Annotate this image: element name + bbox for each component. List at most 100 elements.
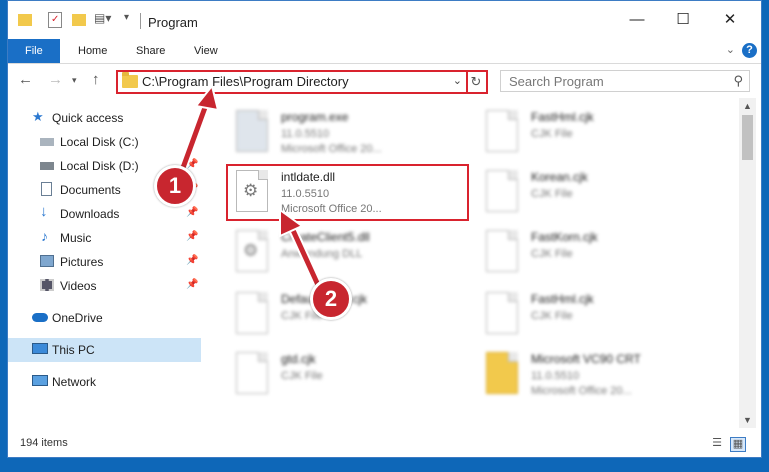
- expand-ribbon-icon[interactable]: ⌄: [726, 43, 735, 56]
- scroll-up-icon[interactable]: ▲: [743, 101, 752, 111]
- file-type: CJK File: [531, 248, 573, 260]
- status-bar: 194 items ☰ ▦: [8, 431, 761, 457]
- nav-label: Music: [60, 231, 92, 245]
- pictures-icon: [40, 255, 54, 267]
- cloud-icon: [32, 313, 48, 322]
- nav-quick-access[interactable]: ★ Quick access: [8, 106, 201, 130]
- window-title: Program: [148, 15, 198, 30]
- music-icon: ♪: [41, 228, 48, 244]
- gear-icon: ⚙: [243, 241, 259, 260]
- file-item[interactable]: Korean.cjk CJK File: [476, 166, 716, 222]
- help-button[interactable]: ?: [742, 43, 757, 58]
- nav-onedrive[interactable]: OneDrive: [8, 306, 201, 330]
- file-type: CJK File: [531, 128, 573, 140]
- nav-label: Local Disk (D:): [60, 159, 139, 173]
- nav-label: Local Disk (C:): [60, 135, 139, 149]
- address-bar[interactable]: C:\Program Files\Program Directory ⌄: [116, 70, 468, 94]
- chevron-down-icon[interactable]: ▾: [124, 12, 129, 23]
- close-button[interactable]: ✕: [707, 7, 753, 33]
- nav-label: Network: [52, 375, 97, 389]
- tab-view[interactable]: View: [180, 39, 232, 63]
- back-arrow-icon[interactable]: ←: [18, 71, 33, 88]
- file-item[interactable]: FastKorn.cjk CJK File: [476, 226, 716, 282]
- file-icon: [236, 352, 268, 394]
- scroll-down-icon[interactable]: ▼: [743, 415, 752, 425]
- navigation-pane: ★ Quick access Local Disk (C:) Local Dis…: [8, 98, 201, 428]
- nav-item-local-disk-c[interactable]: Local Disk (C:): [8, 130, 201, 154]
- network-icon: [32, 375, 48, 386]
- folder-icon: [486, 352, 518, 394]
- title-bar: ✓ ▤▾ ▾ Program — ☐ ✕: [8, 1, 761, 39]
- documents-icon: [41, 182, 52, 196]
- file-icon: [486, 230, 518, 272]
- file-item[interactable]: program.exe 11.0.5510 Microsoft Office 2…: [226, 106, 466, 162]
- exe-icon: [236, 110, 268, 152]
- pin-icon[interactable]: 📌: [186, 159, 198, 170]
- nav-label: Documents: [60, 183, 121, 197]
- file-type: Anwendung DLL: [281, 248, 363, 260]
- pin-icon[interactable]: 📌: [186, 279, 198, 290]
- forward-arrow-icon[interactable]: →: [48, 71, 63, 88]
- file-name: FastHml.cjk: [531, 292, 594, 306]
- pin-icon[interactable]: 📌: [186, 207, 198, 218]
- drive-icon: [40, 138, 54, 146]
- file-name: program.exe: [281, 110, 349, 124]
- file-item[interactable]: FastHml.cjk CJK File: [476, 288, 716, 344]
- search-input[interactable]: Search Program ⚲: [500, 70, 750, 92]
- file-type: CJK File: [531, 310, 573, 322]
- file-name: Microsoft VC90 CRT: [531, 352, 641, 366]
- file-item[interactable]: FastHml.cjk CJK File: [476, 106, 716, 162]
- nav-this-pc[interactable]: This PC: [8, 338, 201, 362]
- minimize-button[interactable]: —: [614, 7, 660, 33]
- recent-locations-icon[interactable]: ▾: [72, 75, 77, 86]
- file-name: gtd.cjk: [281, 352, 316, 366]
- file-list: program.exe 11.0.5510 Microsoft Office 2…: [214, 98, 741, 428]
- dll-icon: ⚙: [236, 230, 268, 272]
- maximize-button[interactable]: ☐: [660, 7, 706, 33]
- folder-icon: [18, 14, 32, 26]
- item-count: 194 items: [20, 437, 68, 449]
- file-name: Korean.cjk: [531, 170, 588, 184]
- drive-icon: [40, 162, 54, 170]
- nav-item-pictures[interactable]: Pictures 📌: [8, 250, 201, 274]
- nav-item-music[interactable]: ♪ Music 📌: [8, 226, 201, 250]
- new-folder-icon[interactable]: [72, 14, 86, 26]
- up-arrow-icon[interactable]: ↑: [92, 71, 100, 88]
- scroll-thumb[interactable]: [742, 115, 753, 160]
- file-name: FastKorn.cjk: [531, 230, 598, 244]
- file-icon: [486, 110, 518, 152]
- videos-icon: [40, 279, 54, 291]
- address-row: ← → ▾ ↑ C:\Program Files\Program Directo…: [8, 64, 761, 98]
- file-icon: [486, 292, 518, 334]
- nav-label: This PC: [52, 343, 95, 357]
- refresh-button[interactable]: ↻: [466, 70, 488, 94]
- nav-network[interactable]: Network: [8, 370, 201, 394]
- details-view-icon[interactable]: ☰: [710, 437, 724, 450]
- pin-icon[interactable]: 📌: [186, 255, 198, 266]
- customize-toolbar-icon[interactable]: ▤▾: [94, 11, 111, 25]
- properties-icon[interactable]: ✓: [48, 12, 62, 28]
- tiles-view-icon[interactable]: ▦: [730, 437, 746, 452]
- file-version: 11.0.5510: [281, 128, 330, 140]
- tab-share[interactable]: Share: [122, 39, 179, 63]
- vertical-scrollbar[interactable]: ▲ ▼: [739, 98, 756, 428]
- file-type: CJK File: [281, 370, 323, 382]
- title-separator: [140, 13, 141, 29]
- highlight-box: [226, 164, 469, 221]
- file-type: CJK File: [531, 188, 573, 200]
- nav-label: Videos: [60, 279, 97, 293]
- search-icon: ⚲: [733, 73, 743, 88]
- file-name: FastHml.cjk: [531, 110, 594, 124]
- computer-icon: [32, 343, 48, 354]
- file-icon: [486, 170, 518, 212]
- step-2-badge: 2: [310, 278, 352, 320]
- tab-home[interactable]: Home: [64, 39, 121, 63]
- ribbon-tabs: File Home Share View ⌄ ?: [8, 39, 761, 64]
- chevron-down-icon[interactable]: ⌄: [453, 74, 462, 87]
- nav-item-videos[interactable]: Videos 📌: [8, 274, 201, 298]
- tab-file[interactable]: File: [8, 39, 60, 63]
- file-item[interactable]: gtd.cjk CJK File: [226, 348, 466, 404]
- file-item[interactable]: ⚙ CreateClient5.dll Anwendung DLL: [226, 226, 466, 282]
- pin-icon[interactable]: 📌: [186, 231, 198, 242]
- file-item[interactable]: Microsoft VC90 CRT 11.0.5510 Microsoft O…: [476, 348, 716, 404]
